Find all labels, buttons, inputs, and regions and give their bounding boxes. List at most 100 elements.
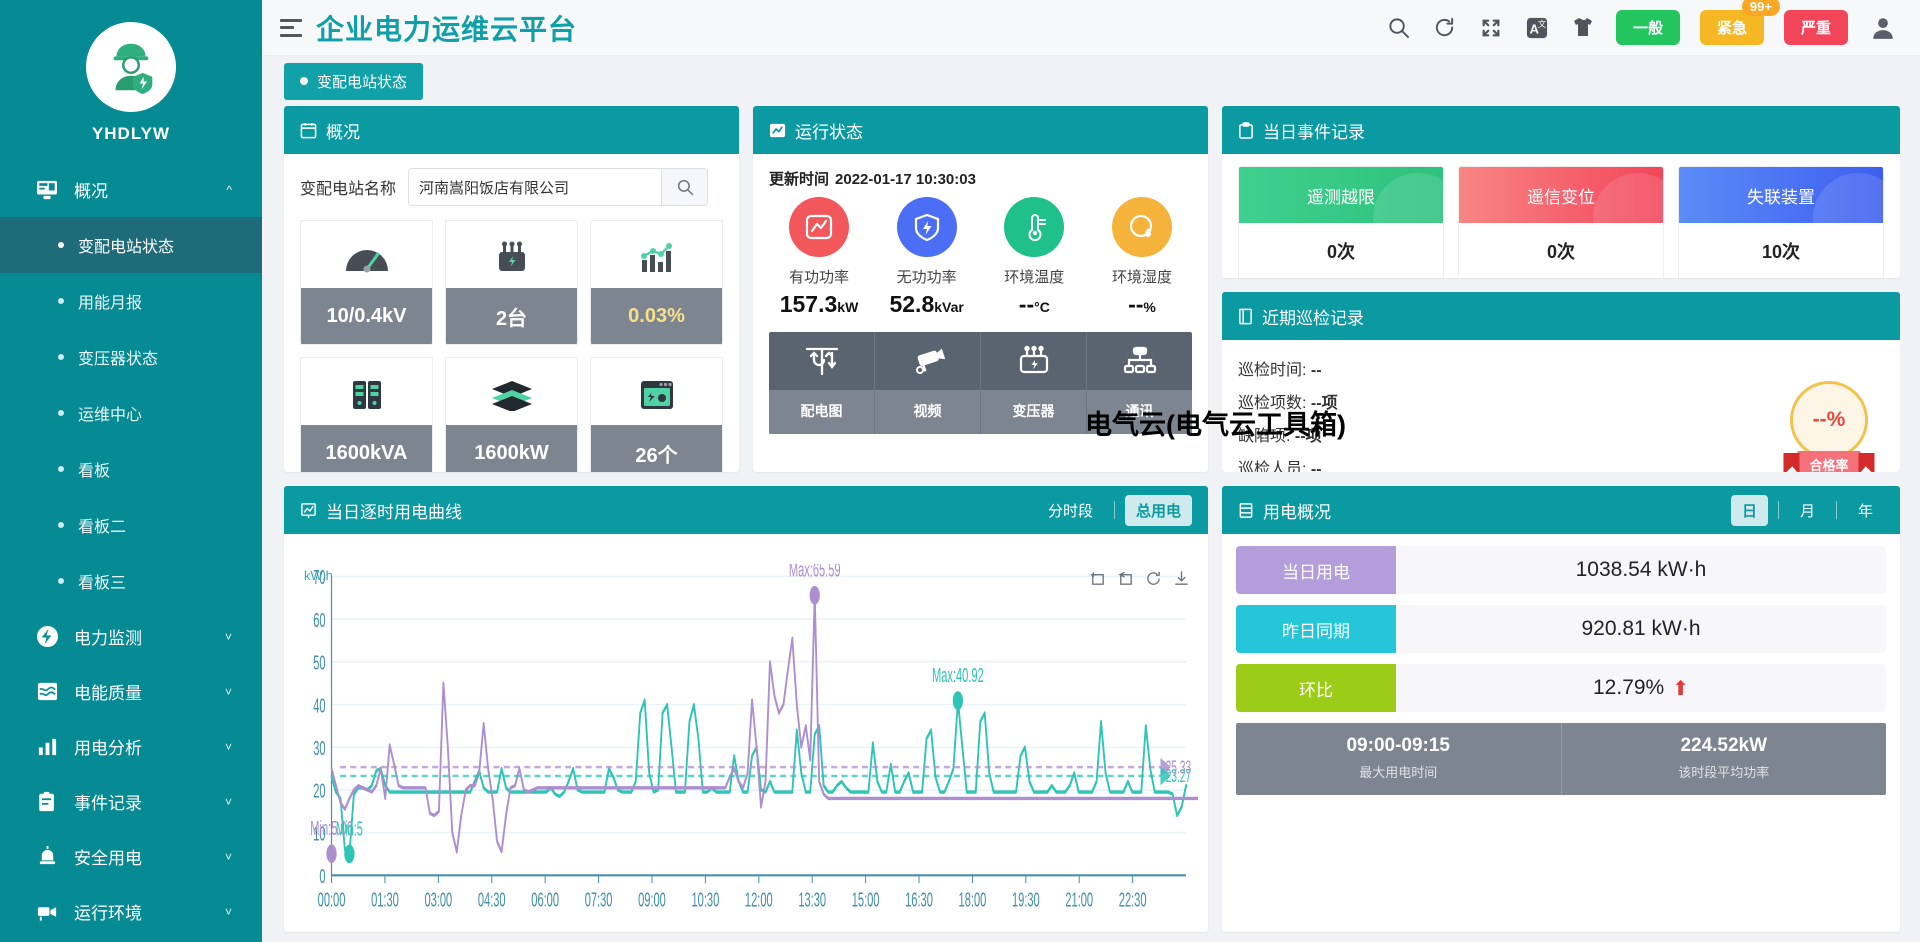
tab-month[interactable]: 月 xyxy=(1789,495,1826,526)
menu-toggle-button[interactable] xyxy=(280,18,302,37)
substation-search-box[interactable] xyxy=(408,168,709,206)
chart-icon xyxy=(637,235,677,281)
kpi-card-transformer-count[interactable]: 变压器台数 2台 xyxy=(445,220,578,345)
pass-rate-label: 合格率 xyxy=(1797,451,1861,472)
divider xyxy=(1777,501,1779,519)
peak-power-label: 该时段平均功率 xyxy=(1678,765,1770,780)
substation-search-button[interactable] xyxy=(661,169,708,205)
active-power-icon xyxy=(789,197,849,257)
refresh-icon[interactable] xyxy=(1432,15,1458,41)
substation-search-input[interactable] xyxy=(409,169,662,205)
chip-normal[interactable]: 一般 xyxy=(1615,10,1680,45)
sidebar-group-safe-electricity[interactable]: 安全用电 ˅ xyxy=(0,829,262,884)
clipboard-icon xyxy=(34,790,60,814)
tool-video[interactable]: 视频 xyxy=(875,332,981,434)
sidebar-item-monthly-report[interactable]: 用能月报 xyxy=(0,273,262,329)
svg-text:50: 50 xyxy=(313,652,325,674)
search-icon[interactable] xyxy=(1386,15,1412,41)
tool-communication[interactable]: 通讯 xyxy=(1087,332,1192,434)
kpi-card-load-rate[interactable]: 负荷率 0.03% xyxy=(590,220,723,345)
translate-icon[interactable]: A文 xyxy=(1524,15,1550,41)
brand-name: YHDLYW xyxy=(91,124,171,143)
panel-title: 当日事件记录 xyxy=(1263,122,1365,142)
user-icon[interactable] xyxy=(1868,13,1898,43)
sidebar-group-operating-environment[interactable]: 运行环境 ˅ xyxy=(0,884,262,939)
sidebar-item-substation-status[interactable]: 变配电站状态 xyxy=(0,217,262,273)
svg-text:21:00: 21:00 xyxy=(1065,889,1093,911)
svg-text:40: 40 xyxy=(313,695,325,717)
kpi-card-measurement-devices[interactable]: 测控装置 26个 xyxy=(590,357,723,472)
peak-time-value: 09:00-09:15 xyxy=(1346,735,1451,756)
dot-icon xyxy=(300,77,308,85)
tool-single-line-diagram[interactable]: 配电图 xyxy=(769,332,875,434)
tool-transformer[interactable]: 变压器 xyxy=(981,332,1087,434)
inspection-line-defects: 缺陷项: --项 xyxy=(1238,428,1322,445)
download-icon[interactable] xyxy=(1173,570,1190,590)
svg-text:Max:65.59: Max:65.59 xyxy=(789,564,841,582)
sidebar-item-board[interactable]: 看板 xyxy=(0,441,262,497)
wave-icon xyxy=(34,680,60,704)
chip-severe[interactable]: 严重 xyxy=(1783,10,1848,45)
svg-text:00:00: 00:00 xyxy=(318,889,346,911)
zoom-in-icon[interactable] xyxy=(1089,570,1106,590)
overview-panel: 概况 变配电站名称 河南嵩阳饭店有限公司 10/0.4kV 2台 0.03% 1… xyxy=(284,106,739,472)
sidebar-group-power-monitoring[interactable]: 电力监测 ˅ xyxy=(0,609,262,664)
tab-day[interactable]: 日 xyxy=(1730,494,1768,526)
sidebar-item-label: 变配电站状态 xyxy=(78,239,175,256)
chart-panel-body: kW.h 0 10 20 30 40 50 60 70 00:00 01:30 03:0 xyxy=(284,534,1208,932)
svg-text:0: 0 xyxy=(319,866,325,888)
svg-text:Max:40.92: Max:40.92 xyxy=(932,665,984,687)
bullet-icon xyxy=(58,466,64,472)
svg-text:22:30: 22:30 xyxy=(1119,889,1147,911)
top-bar: 企业电力运维云平台 A文 一般 紧急 99+ 严重 xyxy=(262,0,1920,56)
sidebar-item-board-2[interactable]: 看板二 xyxy=(0,497,262,553)
sidebar-group-usage-analysis[interactable]: 用电分析 ˅ xyxy=(0,719,262,774)
chevron-down-icon: ˅ xyxy=(224,904,232,919)
event-card-telesignal-change[interactable]: 遥信变位 0次 xyxy=(1458,166,1664,278)
kpi-card-voltage-level[interactable]: 电压等级 10/0.4kV xyxy=(300,220,433,345)
transformer-icon xyxy=(981,332,1086,390)
kpi-value: 2台 xyxy=(446,288,577,344)
chart-panel-header: 当日逐时用电曲线 分时段 总用电 xyxy=(284,486,1208,534)
zoom-out-icon[interactable] xyxy=(1117,570,1134,590)
sidebar-item-label: 用能月报 xyxy=(78,295,143,312)
inspection-content: 巡检时间: -- 巡检项数: --项 缺陷项: --项 巡检人员: -- --%… xyxy=(1238,354,1884,472)
chevron-down-icon: ˅ xyxy=(224,849,232,864)
kpi-card-rated-capacity[interactable]: 额定容量 1600kVA xyxy=(300,357,433,472)
sidebar-item-board-3[interactable]: 看板三 xyxy=(0,553,262,609)
shirt-icon[interactable] xyxy=(1570,15,1596,41)
breadcrumb-tab-substation-status[interactable]: 变配电站状态 xyxy=(284,62,424,100)
sidebar-group-power-quality[interactable]: 电能质量 ˅ xyxy=(0,664,262,719)
pass-rate-medal: --% 合格率 xyxy=(1774,354,1884,472)
sidebar-item-ops-center[interactable]: 运维中心 xyxy=(0,385,262,441)
right-column-top: 当日事件记录 遥测越限 0次 遥信变位 0次 失联装置 10次 近期巡检记录 巡… xyxy=(1222,106,1900,472)
tab-year[interactable]: 年 xyxy=(1847,495,1884,526)
svg-text:03:00: 03:00 xyxy=(424,889,452,911)
kpi-value: 1600kW xyxy=(446,425,577,472)
consumption-row-today: 当日用电 1038.54 kW·h xyxy=(1236,546,1886,594)
sidebar-item-label: 看板 xyxy=(78,463,111,480)
sidebar: YHDLYW 概况 ^ 变配电站状态 用能月报 变压器状态 运维中心 看板 看板… xyxy=(0,0,262,942)
sidebar-group-overview[interactable]: 概况 ^ xyxy=(0,162,262,217)
restore-icon[interactable] xyxy=(1145,570,1162,590)
sidebar-item-transformer-status[interactable]: 变压器状态 xyxy=(0,329,262,385)
tab-total-consumption[interactable]: 总用电 xyxy=(1124,494,1192,526)
consumption-panel-header: 用电概况 日 月 年 xyxy=(1222,486,1900,534)
tab-by-period[interactable]: 分时段 xyxy=(1037,495,1104,526)
chip-urgent[interactable]: 紧急 99+ xyxy=(1699,0,1780,45)
consumption-value-today: 1038.54 kW·h xyxy=(1575,558,1707,581)
metric-ambient-temperature: 环境温度 --°C xyxy=(984,197,1084,318)
sidebar-group-event-log[interactable]: 事件记录 ˅ xyxy=(0,774,262,829)
legend-item-today[interactable]: 今日 xyxy=(756,930,802,932)
legend-item-yesterday[interactable]: 昨日 xyxy=(690,930,736,932)
fullscreen-icon[interactable] xyxy=(1478,15,1504,41)
consumption-panel-body: 当日用电 1038.54 kW·h 昨日同期 920.81 kW·h 环比 12… xyxy=(1222,534,1900,932)
chip-label: 紧急 xyxy=(1716,20,1747,37)
kpi-card-declared-demand[interactable]: 申报需量 1600kW xyxy=(445,357,578,472)
event-card-offline-device[interactable]: 失联装置 10次 xyxy=(1678,166,1884,278)
app-title: 企业电力运维云平台 xyxy=(316,13,578,45)
chevron-down-icon: ˅ xyxy=(224,739,232,754)
event-card-telemetry-overrun[interactable]: 遥测越限 0次 xyxy=(1238,166,1444,278)
metric-label: 无功功率 xyxy=(896,269,957,286)
divider xyxy=(1835,501,1837,519)
